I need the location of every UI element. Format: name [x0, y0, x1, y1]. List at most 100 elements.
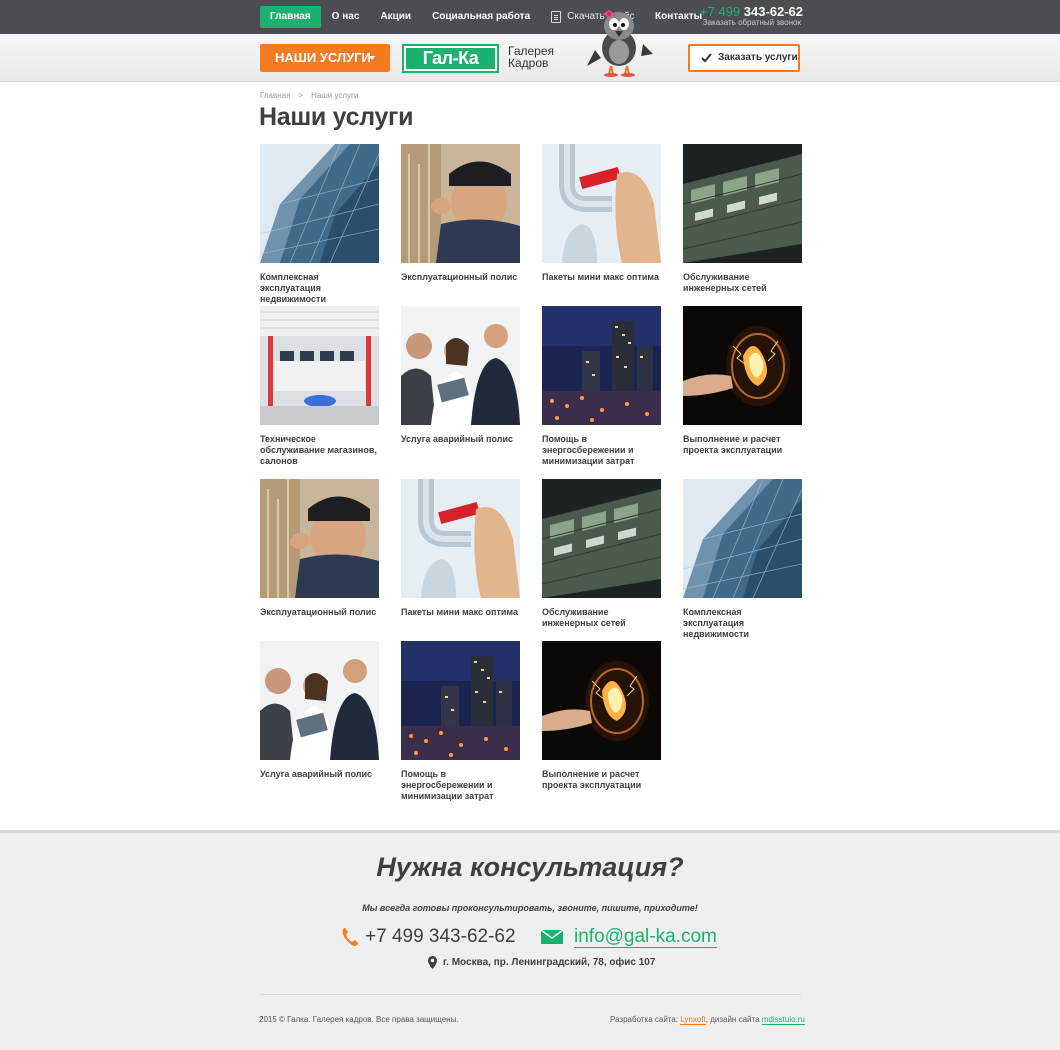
service-image[interactable]	[401, 479, 520, 598]
service-title[interactable]: Обслуживание инженерных сетей	[542, 607, 661, 629]
service-card[interactable]: Техническое обслуживание магазинов, сало…	[260, 306, 379, 467]
footer-divider	[260, 994, 801, 995]
service-title[interactable]: Услуга аварийный полис	[260, 769, 379, 780]
check-icon	[701, 53, 712, 63]
service-title[interactable]: Эксплуатационный полис	[260, 607, 379, 618]
service-card[interactable]: Пакеты мини макс оптима	[542, 144, 661, 283]
order-services-button[interactable]: Заказать услуги	[688, 44, 800, 72]
logo-line-2: Кадров	[508, 56, 549, 70]
glass-skyscraper-image	[683, 479, 802, 598]
business-people-image	[401, 306, 520, 425]
caret-down-icon	[369, 56, 375, 60]
nav-item-contacts[interactable]: Контакты	[655, 6, 702, 28]
service-image[interactable]	[542, 641, 661, 760]
breadcrumb: Главная > Наши услуги	[260, 91, 358, 100]
location-pin-icon	[428, 956, 437, 969]
credits-dev-link[interactable]: Lynxoft	[680, 1015, 706, 1025]
service-image[interactable]	[401, 144, 520, 263]
credits-design-link[interactable]: mdisstuio.ru	[761, 1015, 805, 1025]
consult-title: Нужна консультация?	[376, 852, 684, 882]
consult-email-link[interactable]: info@gal-ka.com	[541, 926, 717, 948]
logo[interactable]: Гал-Ка	[402, 44, 499, 73]
service-title[interactable]: Выполнение и расчет проекта эксплуатации	[683, 434, 802, 456]
consult-subtitle: Мы всегда готовы проконсультировать, зво…	[362, 903, 698, 913]
consult-address: г. Москва, пр. Ленинградский, 78, офис 1…	[428, 956, 655, 969]
service-title[interactable]: Техническое обслуживание магазинов, сало…	[260, 434, 379, 467]
plumbing-wrench-image	[542, 144, 661, 263]
breadcrumb-home[interactable]: Главная	[260, 91, 290, 100]
plumbing-wrench-image	[401, 479, 520, 598]
services-menu-label: НАШИ УСЛУГИ	[275, 50, 371, 65]
phone-icon	[342, 928, 358, 946]
service-title[interactable]: Услуга аварийный полис	[401, 434, 520, 445]
service-card[interactable]: Эксплуатационный полис	[260, 479, 379, 618]
service-title[interactable]: Пакеты мини макс оптима	[401, 607, 520, 618]
service-image[interactable]	[260, 479, 379, 598]
service-image[interactable]	[260, 306, 379, 425]
service-image[interactable]	[542, 306, 661, 425]
mail-icon	[541, 930, 563, 944]
page-title: Наши услуги	[259, 103, 414, 131]
footer-credits: Разработка сайта: Lynxoft, дизайн сайта …	[610, 1015, 805, 1025]
server-rack-image	[542, 479, 661, 598]
service-title[interactable]: Комплексная эксплуатация недвижимости	[683, 607, 802, 640]
phone-code: +7 499	[700, 4, 741, 19]
service-image[interactable]	[401, 306, 520, 425]
service-title[interactable]: Пакеты мини макс оптима	[542, 272, 661, 283]
service-title[interactable]: Помощь в энергосбережении и минимизации …	[401, 769, 520, 802]
service-image[interactable]	[260, 641, 379, 760]
service-card[interactable]: Пакеты мини макс оптима	[401, 479, 520, 618]
service-card[interactable]: Комплексная эксплуатация недвижимости	[260, 144, 379, 305]
callback-link[interactable]: Заказать обратный звонок	[700, 18, 801, 27]
consult-email-text: info@gal-ka.com	[574, 925, 717, 948]
service-card[interactable]: Помощь в энергосбережении и минимизации …	[542, 306, 661, 467]
phone-number: 343-62-62	[743, 4, 804, 19]
technician-wiring-image	[260, 479, 379, 598]
service-card[interactable]: Услуга аварийный полис	[260, 641, 379, 780]
nav-item-about[interactable]: О нас	[332, 6, 360, 28]
credits-dev-label: Разработка сайта:	[610, 1015, 679, 1024]
night-city-image	[542, 306, 661, 425]
service-image[interactable]	[683, 306, 802, 425]
service-card[interactable]: Комплексная эксплуатация недвижимости	[683, 479, 802, 640]
glowing-bulb-image	[683, 306, 802, 425]
service-card[interactable]: Выполнение и расчет проекта эксплуатации	[542, 641, 661, 791]
store-interior-image	[260, 306, 379, 425]
consult-phone-text: +7 499 343-62-62	[365, 926, 516, 947]
technician-wiring-image	[401, 144, 520, 263]
service-image[interactable]	[542, 144, 661, 263]
consult-phone[interactable]: +7 499 343-62-62	[341, 926, 516, 948]
service-image[interactable]	[401, 641, 520, 760]
nav-item-home[interactable]: Главная	[260, 6, 321, 28]
consult-address-text: г. Москва, пр. Ленинградский, 78, офис 1…	[443, 957, 656, 968]
service-card[interactable]: Эксплуатационный полис	[401, 144, 520, 283]
logo-mark: Гал-Ка	[406, 48, 495, 69]
service-card[interactable]: Помощь в энергосбережении и минимизации …	[401, 641, 520, 802]
services-menu-button[interactable]: НАШИ УСЛУГИ	[260, 44, 390, 72]
service-image[interactable]	[683, 144, 802, 263]
service-image[interactable]	[260, 144, 379, 263]
nav-item-social-work[interactable]: Социальная работа	[432, 6, 530, 28]
jackdaw-mascot-icon	[587, 10, 653, 77]
service-title[interactable]: Выполнение и расчет проекта эксплуатации	[542, 769, 661, 791]
service-title[interactable]: Эксплуатационный полис	[401, 272, 520, 283]
service-title[interactable]: Комплексная эксплуатация недвижимости	[260, 272, 379, 305]
service-image[interactable]	[542, 479, 661, 598]
document-icon	[551, 11, 562, 23]
night-city-image	[401, 641, 520, 760]
top-phone: +7 499 343-62-62	[700, 4, 804, 19]
footer-copyright: 2015 © Галка. Галерея кадров. Все права …	[259, 1015, 459, 1024]
service-image[interactable]	[683, 479, 802, 598]
logo-text: Галерея Кадров	[508, 45, 554, 69]
business-people-image	[260, 641, 379, 760]
breadcrumb-separator: >	[298, 91, 304, 100]
glass-skyscraper-image	[260, 144, 379, 263]
server-rack-image	[683, 144, 802, 263]
service-title[interactable]: Помощь в энергосбережении и минимизации …	[542, 434, 661, 467]
nav-item-promotions[interactable]: Акции	[380, 6, 411, 28]
service-card[interactable]: Обслуживание инженерных сетей	[683, 144, 802, 294]
service-card[interactable]: Обслуживание инженерных сетей	[542, 479, 661, 629]
service-card[interactable]: Услуга аварийный полис	[401, 306, 520, 445]
service-card[interactable]: Выполнение и расчет проекта эксплуатации	[683, 306, 802, 456]
service-title[interactable]: Обслуживание инженерных сетей	[683, 272, 802, 294]
